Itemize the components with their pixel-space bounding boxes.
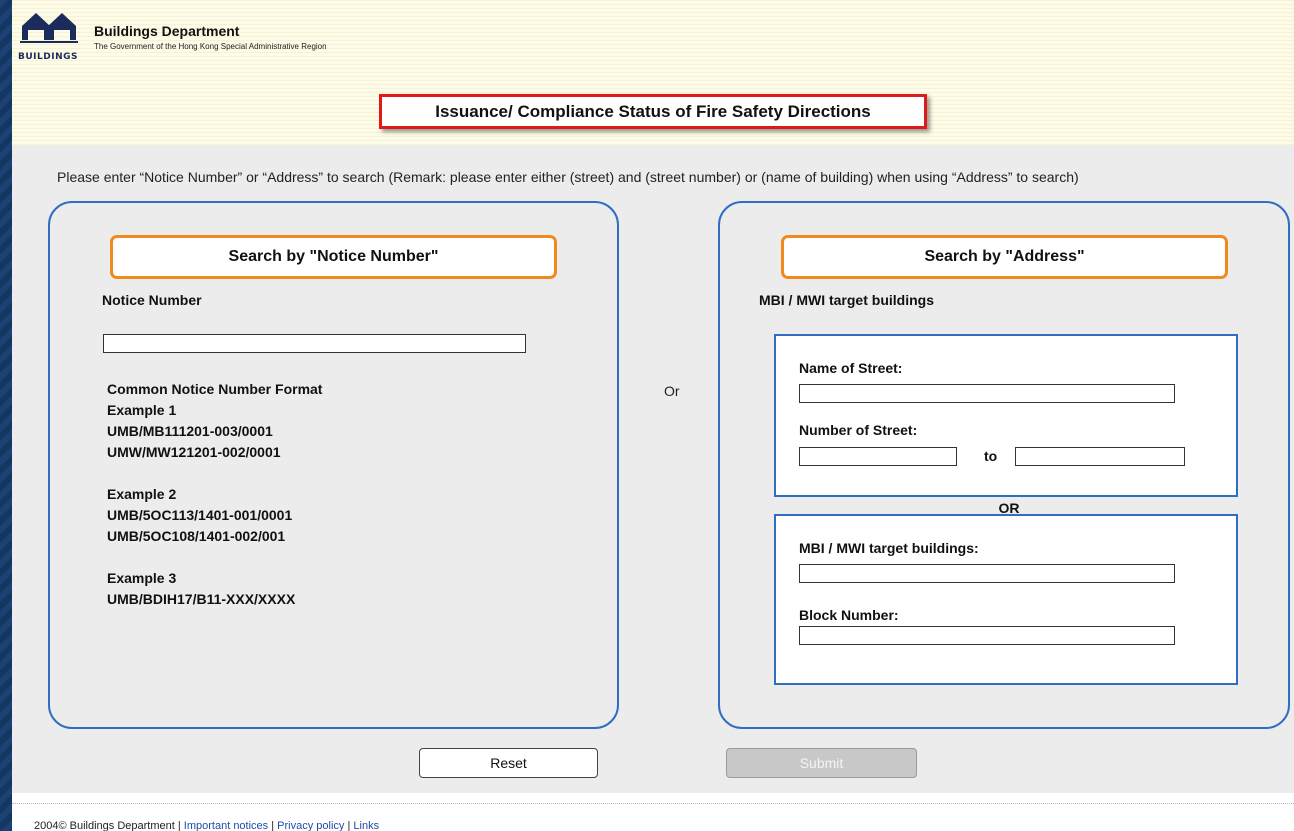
notice-format-examples: Common Notice Number Format Example 1 UM… xyxy=(107,379,322,610)
site-header: BUILDINGS Buildings Department The Gover… xyxy=(12,0,1294,145)
example-label: Example 3 xyxy=(107,570,177,586)
example-value: UMB/5OC108/1401-002/001 xyxy=(107,528,286,544)
street-number-to-input[interactable] xyxy=(1015,447,1185,466)
block-number-label: Block Number: xyxy=(799,607,899,623)
logo-house-icon xyxy=(20,13,78,43)
buildings-department-logo[interactable]: BUILDINGS xyxy=(18,10,90,64)
street-name-label: Name of Street: xyxy=(799,360,903,376)
block-number-input[interactable] xyxy=(799,626,1175,645)
links-link[interactable]: Links xyxy=(353,820,379,831)
or-separator: Or xyxy=(664,383,680,399)
search-instructions: Please enter “Notice Number” or “Address… xyxy=(57,169,1079,185)
page-title: Issuance/ Compliance Status of Fire Safe… xyxy=(379,94,927,129)
example-value: UMB/5OC113/1401-001/0001 xyxy=(107,507,293,523)
reset-button[interactable]: Reset xyxy=(419,748,598,778)
to-label: to xyxy=(984,448,998,464)
page: BUILDINGS Buildings Department The Gover… xyxy=(12,0,1294,831)
target-buildings-label: MBI / MWI target buildings: xyxy=(799,540,979,556)
department-name: Buildings Department xyxy=(94,23,240,39)
search-form: Please enter “Notice Number” or “Address… xyxy=(12,145,1294,793)
notice-number-heading: Search by "Notice Number" xyxy=(110,235,557,279)
example-value: UMB/BDIH17/B11-XXX/XXXX xyxy=(107,591,296,607)
example-value: UMB/MB111201-003/0001 xyxy=(107,423,273,439)
submit-button[interactable]: Submit xyxy=(726,748,917,778)
street-name-input[interactable] xyxy=(799,384,1175,403)
example-value: UMW/MW121201-002/0001 xyxy=(107,444,281,460)
example-label: Example 2 xyxy=(107,486,177,502)
address-panel: Search by "Address" MBI / MWI target bui… xyxy=(718,201,1290,729)
important-notices-link[interactable]: Important notices xyxy=(184,820,268,831)
address-heading: Search by "Address" xyxy=(781,235,1228,279)
notice-number-input[interactable] xyxy=(103,334,526,353)
example-label: Example 1 xyxy=(107,402,177,418)
footer-separator: | xyxy=(174,820,184,831)
notice-number-label: Notice Number xyxy=(102,292,202,308)
department-subtitle: The Government of the Hong Kong Special … xyxy=(94,42,327,51)
target-buildings-input[interactable] xyxy=(799,564,1175,583)
footer-divider xyxy=(12,803,1294,804)
notice-number-panel: Search by "Notice Number" Notice Number … xyxy=(48,201,619,729)
street-number-label: Number of Street: xyxy=(799,422,918,438)
footer-separator: | xyxy=(268,820,278,831)
street-search-box: Name of Street: Number of Street: to xyxy=(774,334,1238,497)
street-number-from-input[interactable] xyxy=(799,447,957,466)
copyright-text: 2004© Buildings Department xyxy=(34,820,175,831)
building-search-box: MBI / MWI target buildings: Block Number… xyxy=(774,514,1238,685)
privacy-policy-link[interactable]: Privacy policy xyxy=(277,820,344,831)
logo-text: BUILDINGS xyxy=(18,52,78,62)
site-footer: 2004© Buildings Department | Important n… xyxy=(34,820,379,831)
format-title: Common Notice Number Format xyxy=(107,381,323,397)
target-buildings-subheading: MBI / MWI target buildings xyxy=(759,292,934,308)
